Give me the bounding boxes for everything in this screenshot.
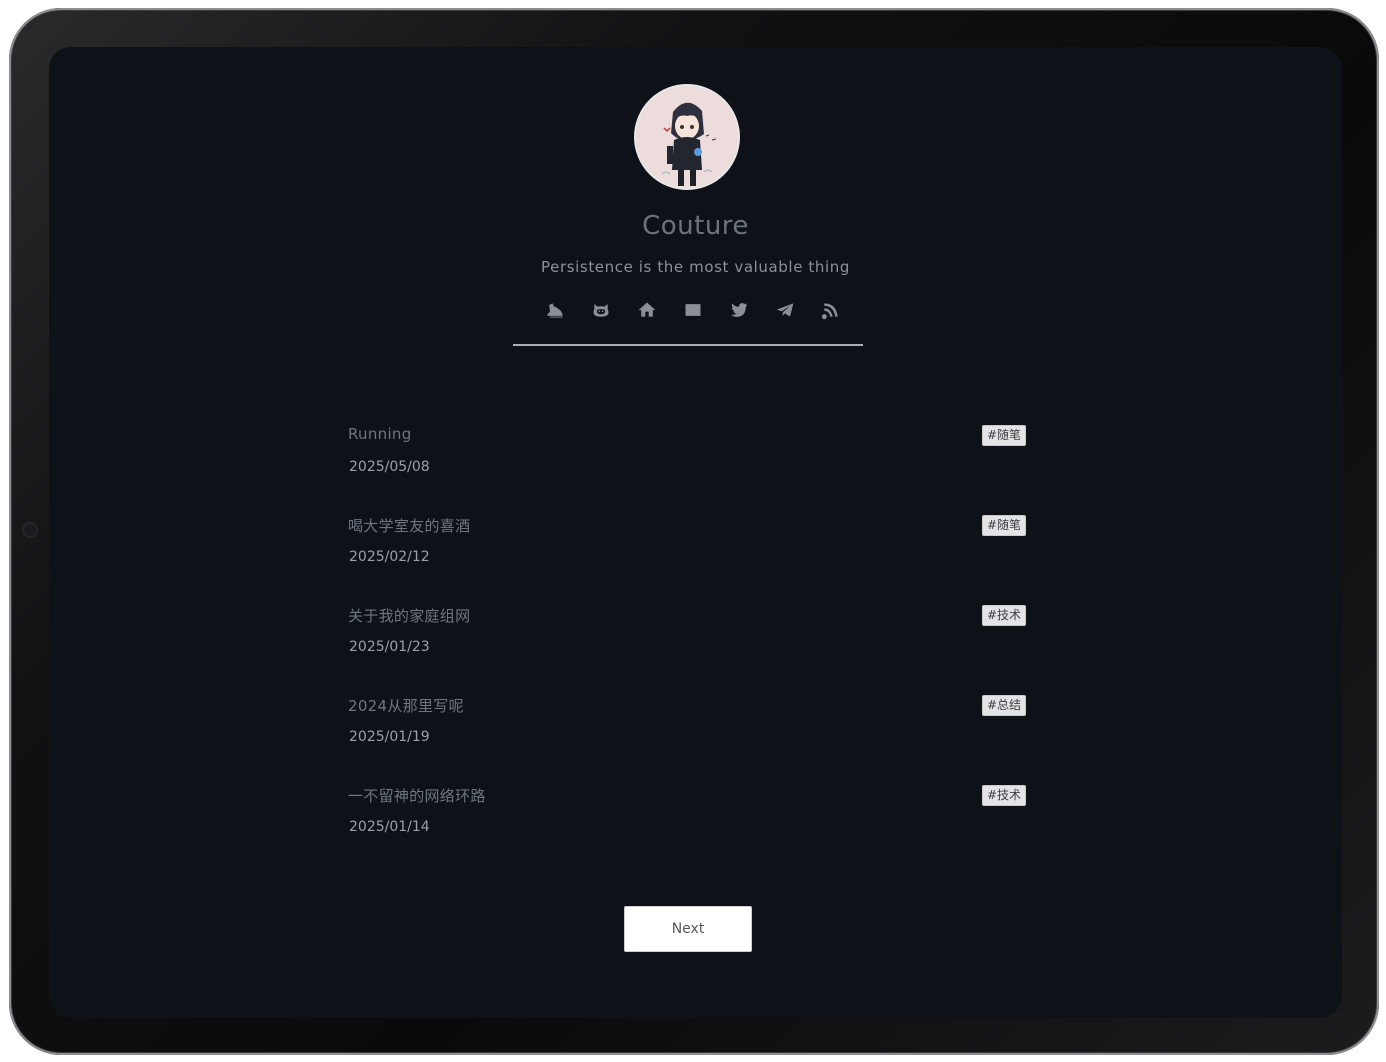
site-subtitle: Persistence is the most valuable thing bbox=[541, 258, 850, 276]
twitter-icon[interactable] bbox=[727, 298, 751, 322]
post-tag[interactable]: #技术 bbox=[981, 605, 1026, 626]
post-title[interactable]: 2024从那里写呢 bbox=[348, 695, 464, 716]
post-date: 2025/02/12 bbox=[349, 549, 430, 565]
home-icon[interactable] bbox=[635, 298, 659, 322]
next-page-button[interactable]: Next bbox=[624, 906, 752, 952]
sneaker-icon[interactable] bbox=[543, 298, 567, 322]
header-divider bbox=[513, 344, 863, 346]
site-title[interactable]: Couture bbox=[49, 211, 1342, 241]
post-title[interactable]: 一不留神的网络环路 bbox=[348, 785, 486, 806]
social-links bbox=[543, 297, 843, 323]
screen: Couture Persistence is the most valuable… bbox=[49, 47, 1342, 1018]
post-item: 关于我的家庭组网 2025/01/23 #技术 bbox=[348, 594, 1026, 684]
tablet-frame: Couture Persistence is the most valuable… bbox=[9, 8, 1379, 1055]
rss-icon[interactable] bbox=[819, 298, 843, 322]
avatar[interactable] bbox=[634, 84, 740, 190]
post-title[interactable]: 关于我的家庭组网 bbox=[348, 605, 470, 626]
post-date: 2025/01/23 bbox=[349, 639, 430, 655]
mail-icon[interactable] bbox=[681, 298, 705, 322]
post-tag[interactable]: #随笔 bbox=[981, 515, 1026, 536]
post-title[interactable]: Running bbox=[348, 425, 412, 443]
post-item: 2024从那里写呢 2025/01/19 #总结 bbox=[348, 684, 1026, 774]
post-list: Running 2025/05/08 #随笔 喝大学室友的喜酒 2025/02/… bbox=[348, 414, 1026, 864]
post-tag[interactable]: #随笔 bbox=[981, 425, 1026, 446]
post-item: Running 2025/05/08 #随笔 bbox=[348, 414, 1026, 504]
post-item: 一不留神的网络环路 2025/01/14 #技术 bbox=[348, 774, 1026, 864]
post-item: 喝大学室友的喜酒 2025/02/12 #随笔 bbox=[348, 504, 1026, 594]
post-tag[interactable]: #总结 bbox=[981, 695, 1026, 716]
post-title[interactable]: 喝大学室友的喜酒 bbox=[348, 515, 470, 536]
front-camera bbox=[24, 524, 36, 536]
post-tag[interactable]: #技术 bbox=[981, 785, 1026, 806]
post-date: 2025/05/08 bbox=[349, 459, 430, 475]
github-icon[interactable] bbox=[589, 298, 613, 322]
post-date: 2025/01/19 bbox=[349, 729, 430, 745]
telegram-icon[interactable] bbox=[773, 298, 797, 322]
avatar-illustration bbox=[636, 86, 738, 188]
post-date: 2025/01/14 bbox=[349, 819, 430, 835]
